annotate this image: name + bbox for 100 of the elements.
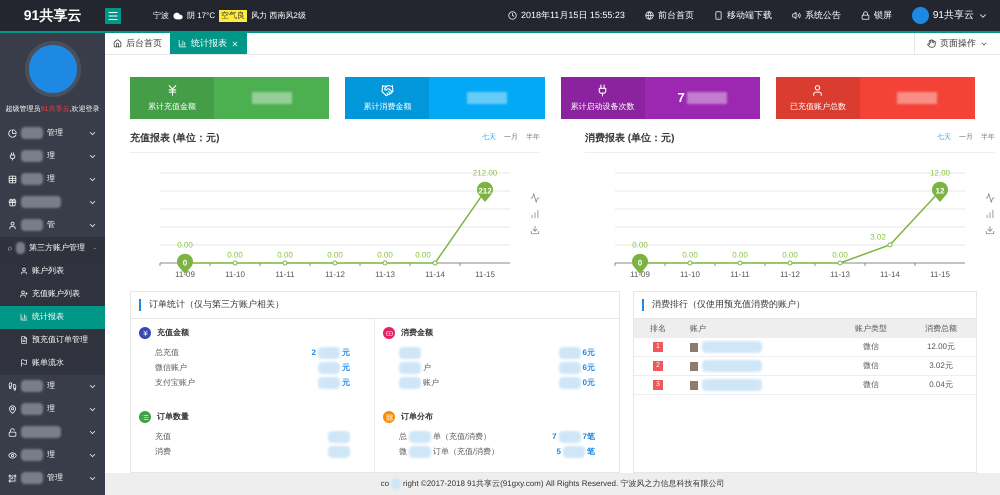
axis-label: 11-11 — [275, 270, 295, 279]
nav-label: 理 — [47, 173, 55, 185]
data-label: 0.00 — [832, 250, 848, 260]
nav-icon — [8, 220, 17, 230]
blurred-text — [466, 92, 507, 104]
nav-subitem[interactable]: 充值账户列表 — [0, 282, 105, 306]
nav-item[interactable]: 理 — [0, 144, 105, 168]
blurred-text — [318, 347, 340, 359]
nav-icon — [20, 290, 28, 298]
nav-item[interactable]: 第三方账户管理 — [0, 236, 105, 260]
header-link[interactable]: 前台首页 — [644, 8, 694, 22]
tab[interactable]: 后台首页 — [105, 33, 170, 54]
panel-title: 消费排行（仅使用预充值消费的账户） — [652, 298, 805, 312]
annotation: 212 — [478, 186, 492, 196]
data-label: 0.00 — [227, 250, 243, 260]
axis-label: 11-12 — [325, 270, 345, 279]
blurred-text — [21, 219, 43, 231]
data-point — [738, 260, 742, 266]
clock-icon — [508, 11, 517, 20]
nav-item[interactable]: 理 — [0, 168, 105, 190]
bar-chart-icon[interactable] — [530, 209, 540, 219]
panel-title: 订单统计（仅与第三方账户相关） — [149, 298, 284, 312]
table-header: 排名 账户 账户类型 消费总额 — [634, 319, 976, 338]
nav-item[interactable]: 理 — [0, 374, 105, 398]
nav-item[interactable]: 管 — [0, 214, 105, 236]
table-cell-text: 12.00元 — [926, 341, 956, 353]
blurred-text — [21, 380, 43, 392]
axis-label: 11-14 — [425, 270, 445, 279]
line-chart-icon[interactable] — [985, 193, 995, 203]
nav-icon — [8, 450, 17, 460]
chart-title: 充值报表 (单位：元) — [130, 131, 220, 146]
nav-icon — [8, 382, 17, 390]
stat-value: 笔 — [587, 446, 595, 458]
data-label: 0.00 — [782, 250, 798, 260]
nav-icon — [20, 336, 28, 344]
section-title: 订单数量 — [157, 411, 189, 423]
nav-label: 管 — [47, 219, 55, 231]
header-link[interactable]: 移动端下载 — [714, 8, 772, 22]
table-cell-text: 3.02元 — [928, 360, 954, 372]
air-quality-badge: 空气良 — [219, 10, 248, 22]
table-cell-text: 微信 — [862, 341, 880, 353]
close-icon[interactable] — [231, 40, 239, 48]
stat-label: 总 — [399, 431, 407, 443]
menu-button[interactable] — [105, 8, 121, 24]
blurred-text — [328, 446, 350, 458]
nav-subitem[interactable]: 账单流水 — [0, 352, 105, 374]
header-link[interactable]: 系统公告 — [792, 8, 841, 22]
nav-icon — [20, 359, 28, 367]
data-label: 212.00 — [472, 168, 498, 178]
data-label: 3.02 — [870, 232, 886, 242]
bar-chart-icon[interactable] — [985, 209, 995, 219]
data-point — [888, 242, 892, 248]
speaker-icon — [792, 11, 801, 20]
nav-label: 第三方账户管理 — [29, 242, 86, 254]
stat-label: 微 — [399, 446, 407, 458]
download-icon[interactable] — [985, 225, 995, 235]
blurred-text — [686, 92, 727, 104]
blurred-text — [702, 379, 762, 391]
blurred-text — [558, 362, 581, 374]
page-actions-button[interactable]: 页面操作 — [914, 33, 1000, 54]
stat-value: 元 — [342, 377, 350, 389]
date-time: 2018年11月15日 15:55:23 — [520, 8, 625, 22]
lock-icon — [860, 11, 870, 20]
stat-label: 单（充值/消费） — [433, 431, 492, 443]
avatar — [690, 362, 698, 370]
data-label: 0.00 — [377, 250, 393, 260]
nav-subitem[interactable]: 统计报表 — [0, 306, 105, 328]
axis-label: 11-10 — [225, 270, 245, 279]
nav-label: 理 — [47, 150, 55, 162]
blurred-text — [897, 92, 938, 104]
nav-subitem[interactable]: 账户列表 — [0, 260, 105, 282]
header-link[interactable]: 锁屏 — [860, 8, 892, 22]
menu-icon — [107, 10, 119, 22]
card-value: 7 — [678, 89, 685, 108]
blurred-text — [399, 362, 421, 374]
axis-label: 11-14 — [880, 270, 900, 279]
nav-icon — [8, 428, 17, 436]
blurred-text — [21, 449, 43, 461]
stat-label: 充值 — [155, 431, 171, 443]
line-chart-icon[interactable] — [530, 193, 540, 203]
download-icon[interactable] — [530, 225, 540, 235]
nav-icon — [8, 404, 17, 414]
nav-item[interactable]: 理 — [0, 398, 105, 420]
nav-item[interactable]: 管理 — [0, 122, 105, 144]
stat-value: 6元 — [582, 347, 595, 359]
tab[interactable]: 统计报表 — [170, 33, 247, 54]
avatar-logo — [912, 7, 929, 24]
stat-label: 消费 — [155, 446, 171, 458]
blurred-text — [318, 362, 340, 374]
nav-item[interactable]: 理 — [0, 444, 105, 466]
blurred-text — [21, 472, 43, 484]
stat-label: 户 — [423, 362, 431, 374]
nav-icon — [8, 244, 12, 252]
stat-value: 0元 — [582, 377, 595, 389]
stat-value: 7笔 — [582, 431, 595, 443]
axis-label: 11-13 — [375, 270, 395, 279]
nav-item[interactable]: 管理 — [0, 466, 105, 490]
nav-subitem[interactable]: 预充值订单管理 — [0, 328, 105, 352]
table-cell-text: 0.04元 — [928, 379, 954, 391]
blurred-text — [391, 478, 402, 490]
